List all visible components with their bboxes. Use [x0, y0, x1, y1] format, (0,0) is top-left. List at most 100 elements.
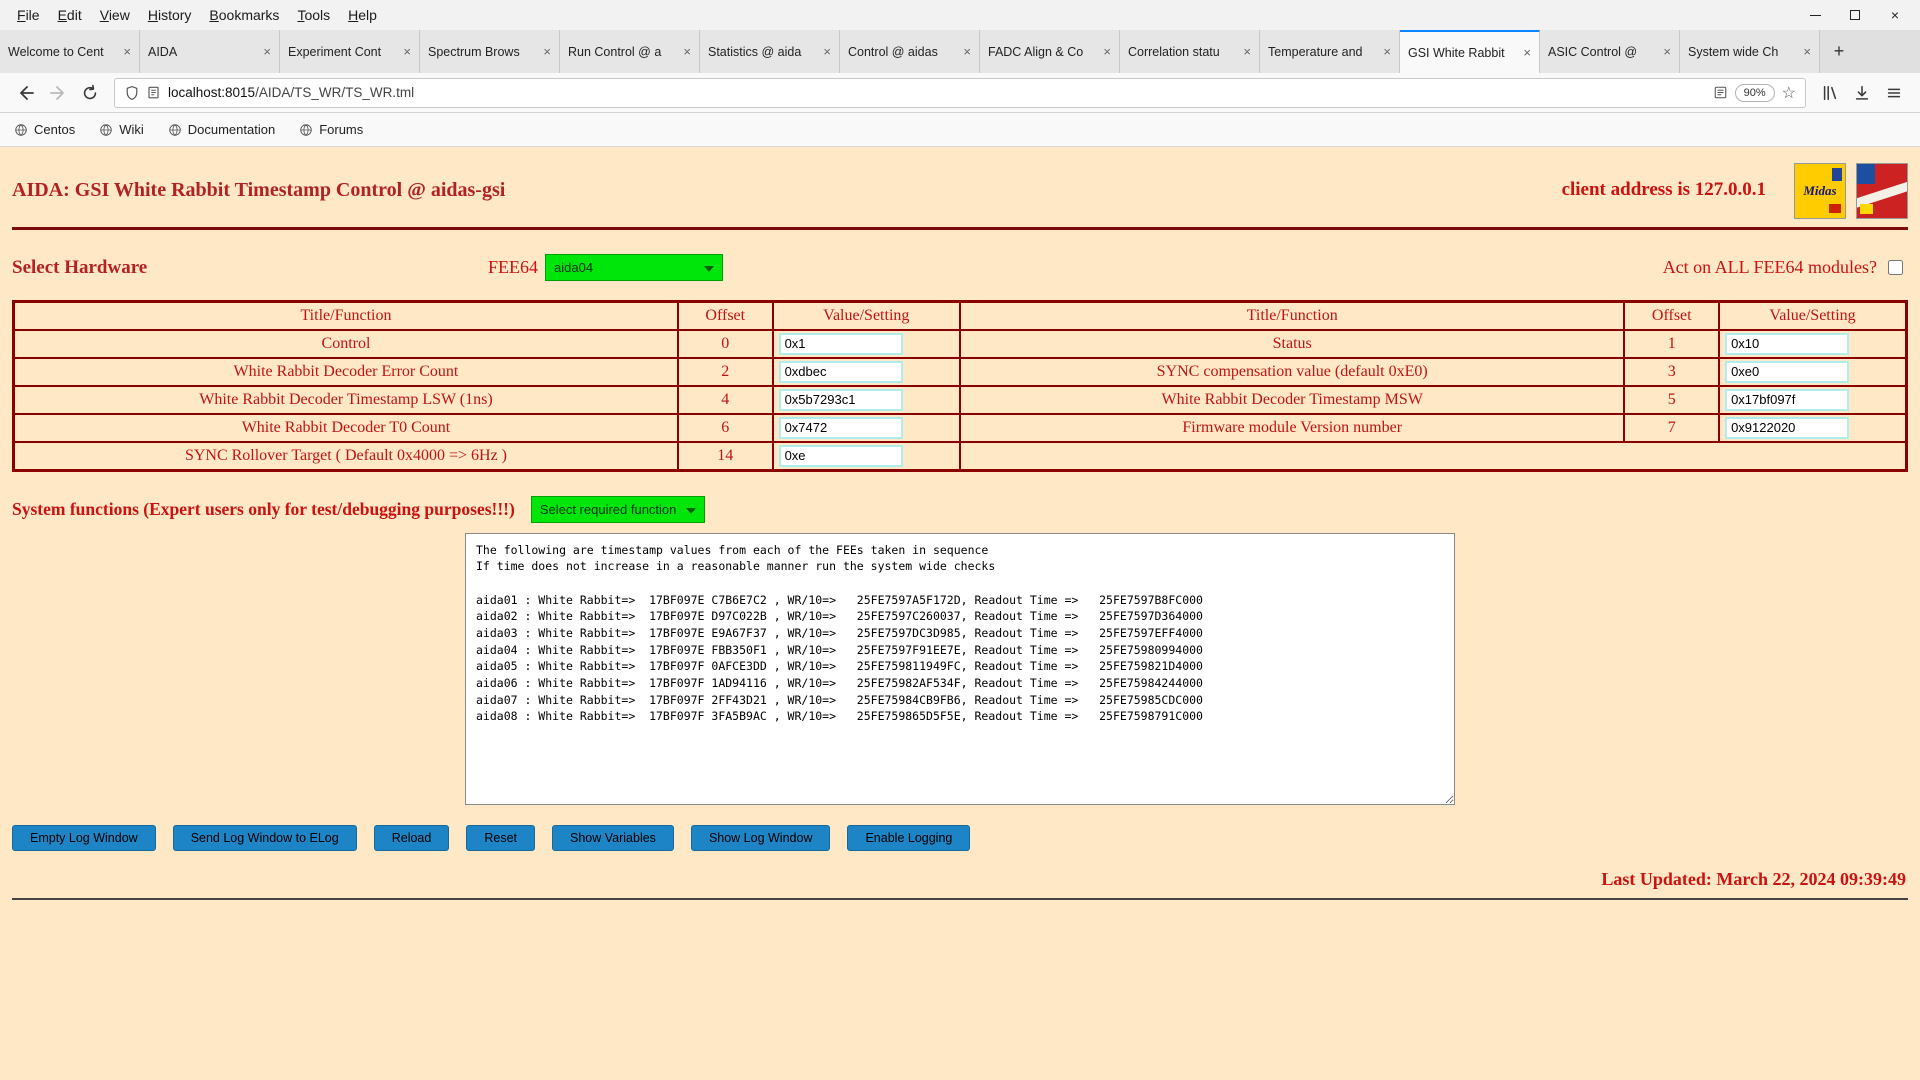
tab-label: FADC Align & Co	[988, 45, 1099, 59]
tab-close-icon[interactable]: ×	[1383, 44, 1391, 59]
menu-tools[interactable]: Tools	[288, 3, 339, 27]
value-input-sync-rollover[interactable]	[779, 445, 903, 467]
tab-close-icon[interactable]: ×	[1663, 44, 1671, 59]
bookmark-star-icon[interactable]: ☆	[1782, 83, 1796, 103]
row-offset: 7	[1624, 414, 1719, 442]
reader-mode-icon[interactable]	[1713, 85, 1728, 100]
show-log-window-button[interactable]: Show Log Window	[691, 825, 831, 851]
tab-close-icon[interactable]: ×	[543, 44, 551, 59]
value-input-firmware-version[interactable]	[1725, 417, 1849, 439]
forward-button[interactable]	[42, 78, 74, 108]
column-header: Title/Function	[14, 302, 678, 330]
tab-correlation-status[interactable]: Correlation statu ×	[1120, 30, 1260, 73]
reset-button[interactable]: Reset	[466, 825, 535, 851]
reload-page-button[interactable]: Reload	[374, 825, 450, 851]
value-input-t0-count[interactable]	[779, 417, 903, 439]
table-row: White Rabbit Decoder T0 Count 6 Firmware…	[14, 414, 1907, 442]
tab-asic-control[interactable]: ASIC Control @ ×	[1540, 30, 1680, 73]
reload-button[interactable]	[74, 78, 106, 108]
enable-logging-button[interactable]: Enable Logging	[847, 825, 970, 851]
menu-edit[interactable]: Edit	[49, 3, 91, 27]
bookmarks-toolbar: Centos Wiki Documentation Forums	[0, 113, 1920, 147]
tab-close-icon[interactable]: ×	[1103, 44, 1111, 59]
close-button[interactable]: ×	[1878, 2, 1912, 28]
tab-close-icon[interactable]: ×	[1523, 45, 1531, 60]
tab-close-icon[interactable]: ×	[263, 44, 271, 59]
table-row: White Rabbit Decoder Error Count 2 SYNC …	[14, 358, 1907, 386]
table-row: White Rabbit Decoder Timestamp LSW (1ns)…	[14, 386, 1907, 414]
tab-close-icon[interactable]: ×	[683, 44, 691, 59]
show-variables-button[interactable]: Show Variables	[552, 825, 674, 851]
midas-logo-accent	[1829, 204, 1841, 213]
site-identity-icon[interactable]	[146, 85, 161, 100]
tab-close-icon[interactable]: ×	[1243, 44, 1251, 59]
menu-bookmarks[interactable]: Bookmarks	[200, 3, 288, 27]
menu-history[interactable]: History	[139, 3, 201, 27]
app-menu-icon[interactable]	[1878, 78, 1910, 108]
maximize-button[interactable]	[1838, 2, 1872, 28]
table-row: SYNC Rollover Target ( Default 0x4000 =>…	[14, 442, 1907, 471]
bookmark-documentation[interactable]: Documentation	[168, 122, 275, 137]
row-title: White Rabbit Decoder Timestamp LSW (1ns)	[14, 386, 678, 414]
address-bar[interactable]: localhost:8015/AIDA/TS_WR/TS_WR.tml 90% …	[114, 78, 1806, 108]
value-input-wr-error-count[interactable]	[779, 361, 903, 383]
menu-help[interactable]: Help	[339, 3, 386, 27]
empty-cell	[960, 442, 1907, 471]
row-offset: 3	[1624, 358, 1719, 386]
row-offset: 4	[678, 386, 773, 414]
tab-aida[interactable]: AIDA ×	[140, 30, 280, 73]
bookmark-label: Centos	[34, 122, 75, 137]
tab-label: Welcome to Cent	[8, 45, 119, 59]
back-button[interactable]	[10, 78, 42, 108]
value-input-timestamp-lsw[interactable]	[779, 389, 903, 411]
tab-welcome[interactable]: Welcome to Cent ×	[0, 30, 140, 73]
tab-statistics[interactable]: Statistics @ aida ×	[700, 30, 840, 73]
tab-close-icon[interactable]: ×	[1803, 44, 1811, 59]
empty-log-button[interactable]: Empty Log Window	[12, 825, 156, 851]
tab-close-icon[interactable]: ×	[963, 44, 971, 59]
value-input-sync-compensation[interactable]	[1725, 361, 1849, 383]
globe-icon	[168, 123, 182, 137]
tab-spectrum-browser[interactable]: Spectrum Brows ×	[420, 30, 560, 73]
downloads-icon[interactable]	[1846, 78, 1878, 108]
url-host: localhost:8015	[168, 85, 255, 100]
menu-view[interactable]: View	[91, 3, 139, 27]
fee64-select[interactable]: aida04	[545, 254, 723, 281]
row-title: SYNC Rollover Target ( Default 0x4000 =>…	[14, 442, 678, 471]
tab-system-wide-checks[interactable]: System wide Ch ×	[1680, 30, 1820, 73]
new-tab-button[interactable]: +	[1820, 30, 1858, 73]
log-window[interactable]: The following are timestamp values from …	[465, 533, 1455, 805]
tab-temperature[interactable]: Temperature and ×	[1260, 30, 1400, 73]
select-hardware-label: Select Hardware	[12, 257, 147, 279]
menu-file[interactable]: File	[8, 3, 49, 27]
tab-fadc-align[interactable]: FADC Align & Co ×	[980, 30, 1120, 73]
send-elog-button[interactable]: Send Log Window to ELog	[173, 825, 357, 851]
value-input-control[interactable]	[779, 333, 903, 355]
column-header: Offset	[678, 302, 773, 330]
tab-close-icon[interactable]: ×	[123, 44, 131, 59]
tab-close-icon[interactable]: ×	[823, 44, 831, 59]
tab-control[interactable]: Control @ aidas ×	[840, 30, 980, 73]
tab-label: AIDA	[148, 45, 259, 59]
button-row: Empty Log Window Send Log Window to ELog…	[12, 825, 1908, 851]
tab-gsi-white-rabbit[interactable]: GSI White Rabbit ×	[1400, 30, 1540, 73]
act-all-checkbox[interactable]	[1888, 260, 1903, 275]
maximize-icon	[1850, 10, 1860, 20]
value-input-status[interactable]	[1725, 333, 1849, 355]
row-offset: 0	[678, 330, 773, 358]
bookmark-centos[interactable]: Centos	[14, 122, 75, 137]
minimize-button[interactable]	[1798, 2, 1832, 28]
tab-close-icon[interactable]: ×	[403, 44, 411, 59]
midas-logo: Midas	[1794, 163, 1846, 219]
header-divider	[12, 227, 1908, 230]
bookmark-forums[interactable]: Forums	[299, 122, 363, 137]
library-icon[interactable]	[1814, 78, 1846, 108]
bookmark-wiki[interactable]: Wiki	[99, 122, 144, 137]
value-input-timestamp-msw[interactable]	[1725, 389, 1849, 411]
tracking-protection-shield-icon[interactable]	[124, 85, 140, 101]
tab-run-control[interactable]: Run Control @ a ×	[560, 30, 700, 73]
tab-experiment-control[interactable]: Experiment Cont ×	[280, 30, 420, 73]
system-function-select[interactable]: Select required function	[531, 496, 705, 523]
system-functions-label: System functions (Expert users only for …	[12, 499, 515, 520]
zoom-level-indicator[interactable]: 90%	[1735, 84, 1775, 102]
